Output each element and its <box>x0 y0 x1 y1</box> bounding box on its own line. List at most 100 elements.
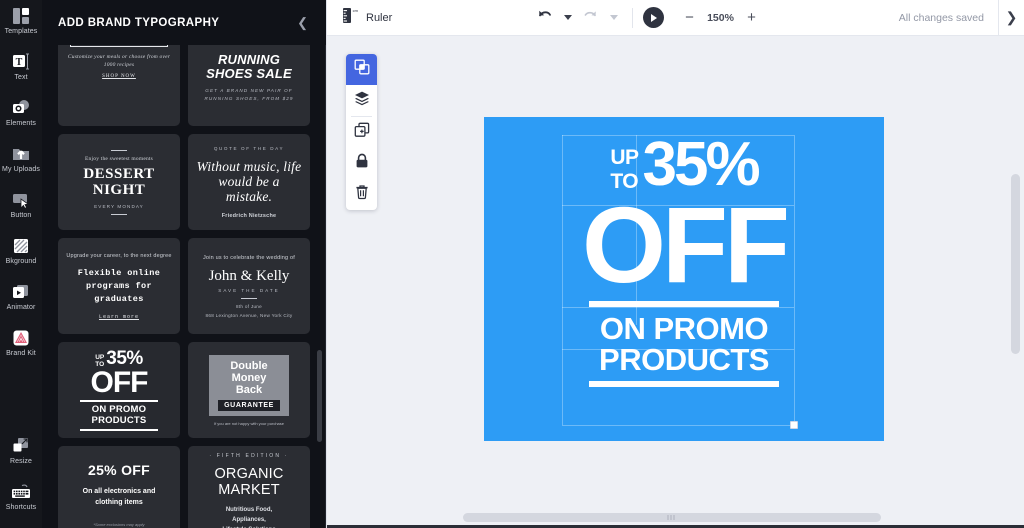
keyboard-icon <box>11 482 31 502</box>
promo-sub-2: PRODUCTS <box>91 414 147 426</box>
template-thumb-dessert-night[interactable]: Enjoy the sweetest moments DESSERT NIGHT… <box>58 134 180 230</box>
design-content: UP TO 35% OFF ON PROMO PRODUCTS <box>484 117 884 441</box>
matters-cta: SHOP NOW <box>102 74 136 79</box>
caret-down-icon <box>563 15 572 20</box>
organic-body-1: Nutritious Food, <box>225 507 273 513</box>
money-back-3: Back <box>235 383 263 396</box>
zoom-out-button[interactable]: − <box>682 9 698 26</box>
lock-icon <box>354 153 370 174</box>
matters-body: Customize your meals or choose from over… <box>67 54 171 68</box>
sidebar-item-templates[interactable]: Templates <box>0 6 42 48</box>
template-thumb-promo-35-off[interactable]: UP TO 35% OFF ON PROMO PRODUCTS <box>58 342 180 438</box>
organic-title: ORGANIC MARKET <box>214 466 284 498</box>
sidebar-item-resize[interactable]: Resize <box>0 436 42 478</box>
template-thumb-quote[interactable]: QUOTE OF THE DAY Without music, life wou… <box>188 134 310 230</box>
scrollbar-grip <box>667 515 677 520</box>
off25-title: 25% OFF <box>87 461 150 478</box>
sidebar-item-text[interactable]: T Text <box>0 52 42 94</box>
undo-dropdown-button[interactable] <box>560 6 576 30</box>
sidebar-item-button[interactable]: Button <box>0 190 42 232</box>
duplicate-button[interactable] <box>346 117 377 148</box>
redo-icon <box>582 7 599 29</box>
vertical-scrollbar[interactable] <box>1011 174 1020 354</box>
editor-area: cm Ruler − 150% + All changes saved ❯ UP… <box>326 0 1024 528</box>
sidebar-label-elements: Elements <box>6 120 36 127</box>
wedding-names: John & Kelly <box>208 267 290 284</box>
design-artboard[interactable]: UP TO 35% OFF ON PROMO PRODUCTS <box>484 117 884 441</box>
flexible-body: Flexible online programs for graduates <box>77 268 161 304</box>
templates-icon <box>11 6 31 26</box>
caret-down-icon-dim <box>609 15 618 20</box>
running-body: GET A BRAND NEW PAIR OF RUNNING SHOES, F… <box>204 88 294 101</box>
redo-dropdown-button[interactable] <box>606 6 622 30</box>
ruler-button[interactable]: cm Ruler <box>341 7 392 29</box>
selection-handle-bottom-right[interactable] <box>790 421 798 429</box>
design-sub-1: ON PROMO <box>599 311 769 346</box>
background-icon <box>11 236 31 256</box>
sidebar-item-animator[interactable]: Animator <box>0 282 42 324</box>
panel-header: ADD BRAND TYPOGRAPHY ❮ <box>42 0 326 45</box>
wedding-divider <box>241 297 257 299</box>
organic-body-2: Appliances, <box>232 517 266 523</box>
divider-top <box>111 149 127 151</box>
dessert-title-2: NIGHT <box>92 181 146 198</box>
wedding-subtitle: SAVE THE DATE <box>218 287 280 293</box>
lock-button[interactable] <box>346 148 377 179</box>
off25-body-2: clothing items <box>95 498 143 506</box>
wedding-date: 8th of June <box>235 303 263 309</box>
sidebar-label-background: Bkground <box>5 258 37 265</box>
quote-eyebrow: QUOTE OF THE DAY <box>213 145 285 151</box>
delete-button[interactable] <box>346 179 377 210</box>
chevron-left-icon[interactable]: ❮ <box>293 13 312 33</box>
text-icon: T <box>11 52 31 72</box>
delete-icon <box>354 184 370 205</box>
redo-button[interactable] <box>578 5 604 31</box>
layers-button[interactable] <box>346 85 377 116</box>
button-icon <box>11 190 31 210</box>
promo-rule-bottom <box>80 429 158 431</box>
horizontal-scrollbar[interactable] <box>463 513 881 522</box>
panel-scrollbar[interactable] <box>317 350 322 442</box>
left-icon-rail: Templates T Text Elements My Uploads But… <box>0 0 42 528</box>
sidebar-label-shortcuts: Shortcuts <box>5 504 37 511</box>
sidebar-item-shortcuts[interactable]: Shortcuts <box>0 482 42 524</box>
template-thumb-organic-market[interactable]: · FIFTH EDITION · ORGANIC MARKET Nutriti… <box>188 446 310 528</box>
canva-like-editor: Templates T Text Elements My Uploads But… <box>0 0 1024 528</box>
layers-icon <box>354 90 370 111</box>
sidebar-item-brand-kit[interactable]: Brand Kit <box>0 328 42 370</box>
brand-kit-icon <box>11 328 31 348</box>
sidebar-item-elements[interactable]: Elements <box>0 98 42 140</box>
undo-icon <box>536 7 553 29</box>
dessert-eyebrow: Enjoy the sweetest moments <box>85 155 153 162</box>
svg-text:cm: cm <box>353 8 358 13</box>
template-thumb-flexible-online[interactable]: Upgrade your career, to the next degree … <box>58 238 180 334</box>
preview-play-button[interactable] <box>642 7 664 28</box>
zoom-in-button[interactable]: + <box>744 9 760 26</box>
canvas-area[interactable]: UP TO 35% OFF ON PROMO PRODUCTS <box>327 36 1024 528</box>
off25-body-1: On all electronics and <box>82 487 156 495</box>
template-thumb-double-money-back[interactable]: Double Money Back GUARANTEE If you are n… <box>188 342 310 438</box>
sidebar-label-text: Text <box>14 74 28 81</box>
money-back-note: If you are not happy with your purchase <box>213 420 285 426</box>
wedding-address: 868 Lexington Avenue, New York City <box>205 312 293 318</box>
duplicate-icon <box>354 122 370 143</box>
promo-up: UP <box>95 354 105 361</box>
template-thumb-25-off[interactable]: 25% OFF On all electronics and clothing … <box>58 446 180 528</box>
promo-rule-top <box>80 400 158 402</box>
play-icon <box>651 13 658 22</box>
running-title-1: RUNNING <box>217 52 281 67</box>
money-back-1: Double <box>230 359 268 372</box>
sidebar-label-animator: Animator <box>6 304 36 311</box>
quote-text: Without music, life would be a mistake. <box>196 158 302 204</box>
undo-button[interactable] <box>532 5 558 31</box>
design-off: OFF <box>582 184 790 305</box>
zoom-controls: − 150% + <box>682 9 760 26</box>
sidebar-item-my-uploads[interactable]: My Uploads <box>0 144 42 186</box>
promo-sub-1: ON PROMO <box>91 404 147 415</box>
sidebar-item-background[interactable]: Bkground <box>0 236 42 278</box>
zoom-level-value[interactable]: 150% <box>704 12 738 24</box>
right-panel-expand-button[interactable]: ❯ <box>998 0 1024 36</box>
position-align-icon <box>354 59 370 80</box>
position-align-button[interactable] <box>346 54 377 85</box>
template-thumb-john-kelly[interactable]: Join us to celebrate the wedding of John… <box>188 238 310 334</box>
